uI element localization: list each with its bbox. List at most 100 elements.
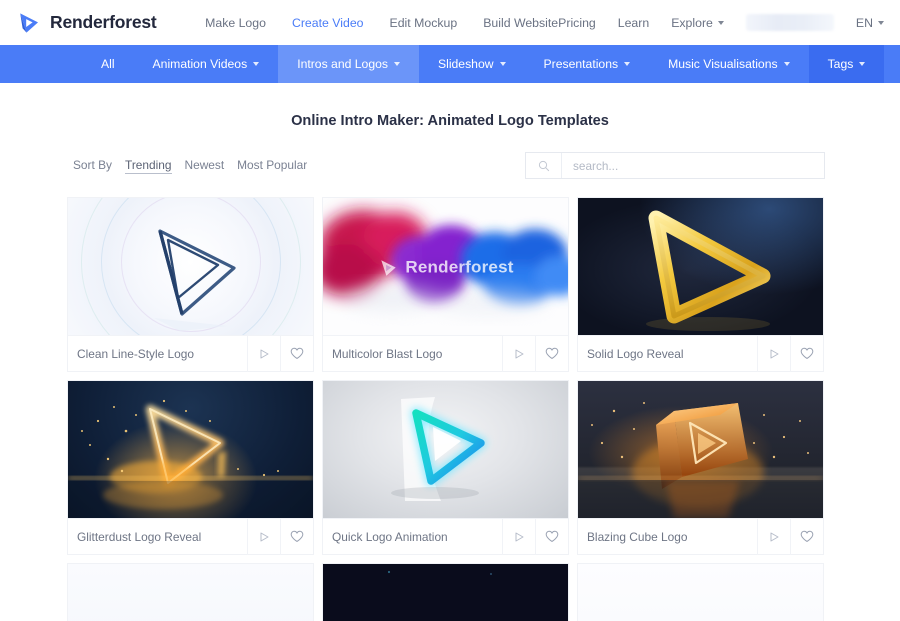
nav-create-video[interactable]: Create Video: [292, 16, 364, 30]
card-footer: Blazing Cube Logo: [578, 518, 823, 554]
category-music-visualisations[interactable]: Music Visualisations: [649, 45, 809, 83]
template-thumbnail[interactable]: [578, 564, 823, 621]
category-presentations[interactable]: Presentations: [525, 45, 650, 83]
chevron-down-icon: [878, 21, 884, 25]
nav-explore-label: Explore: [671, 16, 713, 30]
heart-outline-icon: [290, 530, 304, 543]
search-icon: [538, 160, 550, 172]
chevron-down-icon: [253, 62, 259, 66]
brand-logo[interactable]: Renderforest: [16, 10, 165, 36]
nav-pricing[interactable]: Pricing: [558, 16, 596, 30]
card-play-button[interactable]: [247, 336, 280, 372]
card-favorite-button[interactable]: [790, 519, 823, 555]
card-favorite-button[interactable]: [280, 336, 313, 372]
play-icon: [258, 348, 270, 360]
play-icon: [513, 348, 525, 360]
heart-outline-icon: [800, 530, 814, 543]
heart-outline-icon: [800, 347, 814, 360]
search-icon-cell[interactable]: [526, 153, 562, 178]
card-favorite-button[interactable]: [790, 336, 823, 372]
card-title: Clean Line-Style Logo: [77, 347, 247, 361]
play-icon: [513, 531, 525, 543]
category-all[interactable]: All: [82, 45, 134, 83]
template-card[interactable]: Glitterdust Logo Reveal: [68, 381, 313, 554]
thumbnail-art-partial: [323, 564, 568, 621]
template-thumbnail[interactable]: [578, 198, 823, 335]
card-play-button[interactable]: [757, 519, 790, 555]
heart-outline-icon: [545, 347, 559, 360]
card-favorite-button[interactable]: [535, 336, 568, 372]
redacted-account-area[interactable]: [746, 14, 834, 31]
sort-option-trending[interactable]: Trending: [125, 158, 172, 174]
card-play-button[interactable]: [502, 519, 535, 555]
template-card[interactable]: Blazing Cube Logo: [578, 381, 823, 554]
template-card[interactable]: Clean Line-Style Logo: [68, 198, 313, 371]
language-label: EN: [856, 16, 873, 30]
card-play-button[interactable]: [757, 336, 790, 372]
category-music-visualisations-label: Music Visualisations: [668, 57, 778, 71]
card-footer: Clean Line-Style Logo: [68, 335, 313, 371]
search-box: [525, 152, 825, 179]
thumbnail-art-partial: [578, 564, 823, 621]
watermark: Renderforest: [377, 257, 513, 278]
nav-edit-mockup[interactable]: Edit Mockup: [390, 16, 458, 30]
card-play-button[interactable]: [247, 519, 280, 555]
template-card[interactable]: Renderforest Multicolor Blast Logo: [323, 198, 568, 371]
site-header: Renderforest Make Logo Create Video Edit…: [0, 0, 900, 45]
thumbnail-art-blazing-cube: [578, 381, 823, 518]
card-footer: Glitterdust Logo Reveal: [68, 518, 313, 554]
primary-nav: Make Logo Create Video Edit Mockup Build…: [205, 16, 558, 30]
nav-build-website[interactable]: Build Website: [483, 16, 558, 30]
sort-option-newest[interactable]: Newest: [185, 158, 225, 173]
card-title: Multicolor Blast Logo: [332, 347, 502, 361]
play-icon: [768, 531, 780, 543]
template-card[interactable]: [68, 564, 313, 621]
nav-learn[interactable]: Learn: [618, 16, 649, 30]
template-card[interactable]: Solid Logo Reveal: [578, 198, 823, 371]
category-slideshow-label: Slideshow: [438, 57, 494, 71]
category-slideshow[interactable]: Slideshow: [419, 45, 525, 83]
play-icon: [768, 348, 780, 360]
chevron-down-icon: [394, 62, 400, 66]
template-thumbnail[interactable]: [68, 381, 313, 518]
sort-option-most-popular[interactable]: Most Popular: [237, 158, 307, 173]
chevron-down-icon: [624, 62, 630, 66]
template-thumbnail[interactable]: [323, 381, 568, 518]
nav-make-logo[interactable]: Make Logo: [205, 16, 266, 30]
card-favorite-button[interactable]: [280, 519, 313, 555]
category-tags[interactable]: Tags: [809, 45, 885, 83]
heart-outline-icon: [545, 530, 559, 543]
thumbnail-art-glitterdust: [68, 381, 313, 518]
card-footer: Multicolor Blast Logo: [323, 335, 568, 371]
card-play-button[interactable]: [502, 336, 535, 372]
card-title: Glitterdust Logo Reveal: [77, 530, 247, 544]
play-icon: [258, 531, 270, 543]
template-thumbnail[interactable]: Renderforest: [323, 198, 568, 335]
brand-name: Renderforest: [50, 12, 157, 33]
card-favorite-button[interactable]: [535, 519, 568, 555]
language-selector[interactable]: EN: [856, 16, 884, 30]
card-title: Quick Logo Animation: [332, 530, 502, 544]
template-thumbnail[interactable]: [323, 564, 568, 621]
card-footer: Solid Logo Reveal: [578, 335, 823, 371]
chevron-down-icon: [784, 62, 790, 66]
sort-controls: Sort By Trending Newest Most Popular: [73, 158, 307, 174]
category-bar: All Animation Videos Intros and Logos Sl…: [0, 45, 900, 83]
search-input[interactable]: [562, 153, 824, 178]
template-card[interactable]: [578, 564, 823, 621]
template-thumbnail[interactable]: [68, 564, 313, 621]
sort-by-label: Sort By: [73, 158, 112, 172]
card-title: Solid Logo Reveal: [587, 347, 757, 361]
category-animation-videos-label: Animation Videos: [153, 57, 248, 71]
category-animation-videos[interactable]: Animation Videos: [134, 45, 279, 83]
template-thumbnail[interactable]: [68, 198, 313, 335]
thumbnail-art-quick-logo: [323, 381, 568, 518]
template-thumbnail[interactable]: [578, 381, 823, 518]
template-card[interactable]: Quick Logo Animation: [323, 381, 568, 554]
category-intros-and-logos[interactable]: Intros and Logos: [278, 45, 419, 83]
nav-learn-label: Learn: [618, 16, 649, 30]
category-bar-wrapper: All Animation Videos Intros and Logos Sl…: [0, 45, 900, 83]
category-all-label: All: [101, 57, 115, 71]
template-card[interactable]: [323, 564, 568, 621]
nav-explore[interactable]: Explore: [671, 16, 724, 30]
